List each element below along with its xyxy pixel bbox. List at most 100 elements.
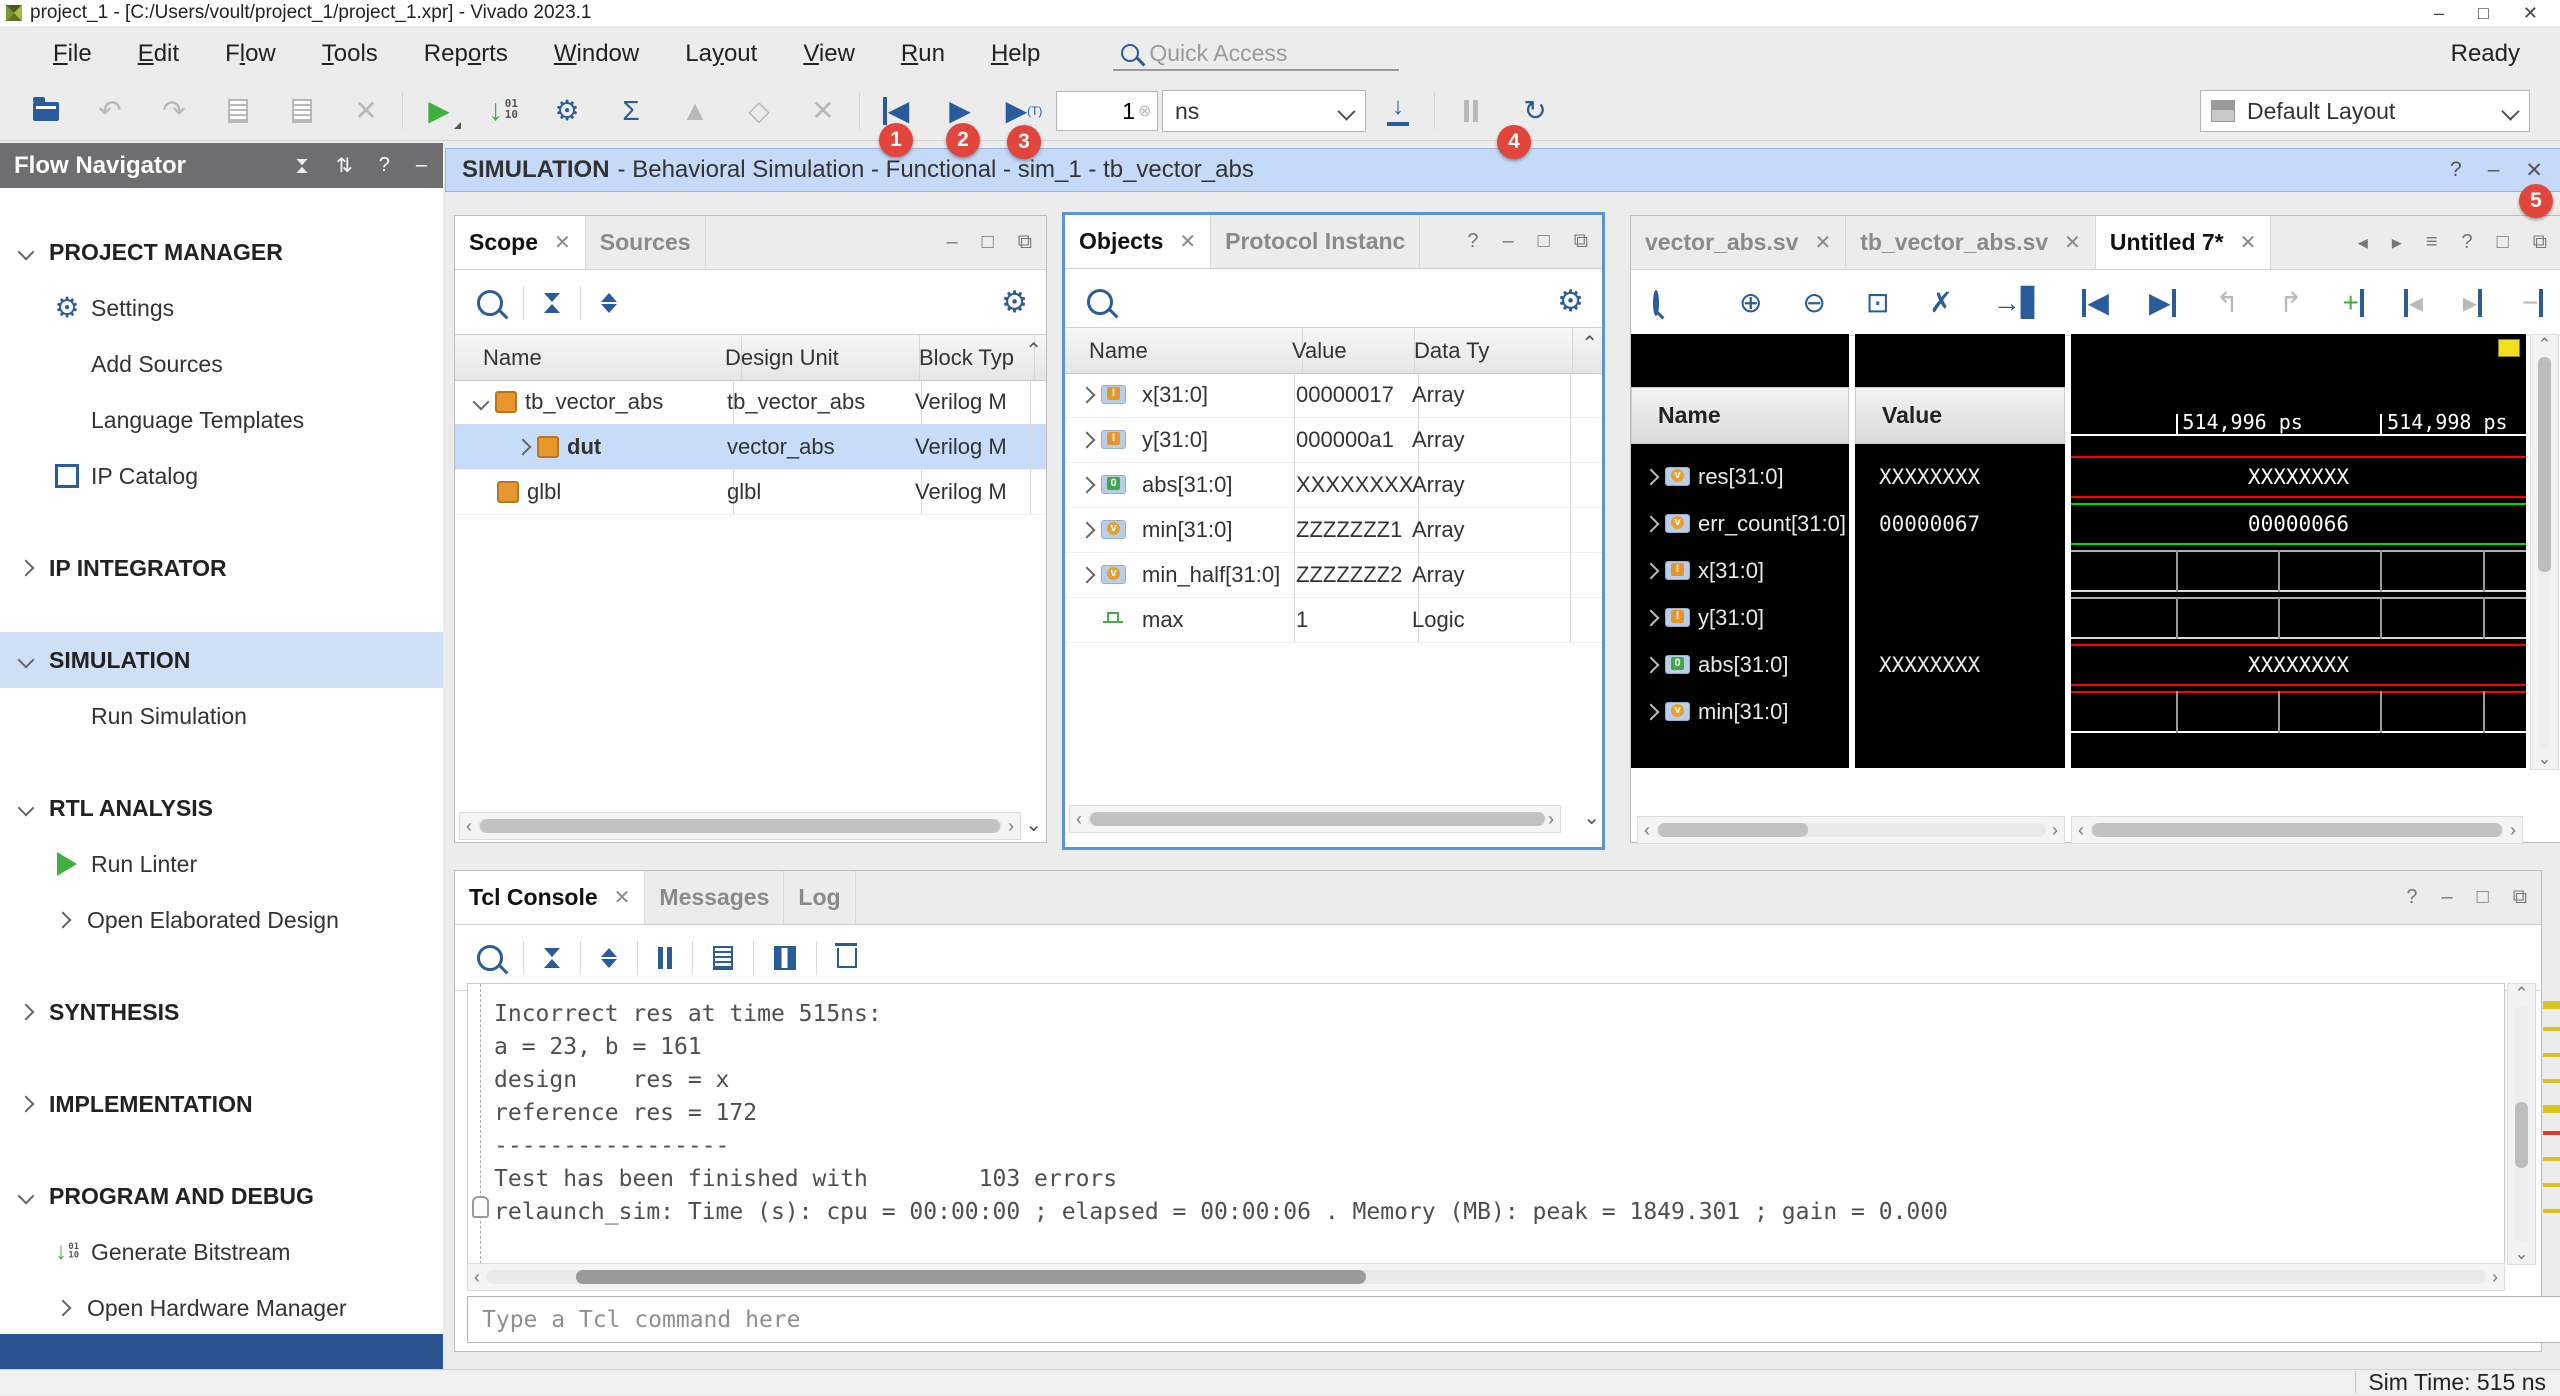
search-icon[interactable] — [477, 945, 503, 971]
toggle-columns-icon[interactable] — [774, 946, 796, 970]
search-icon[interactable] — [477, 290, 503, 316]
chevron-right-icon[interactable] — [1079, 521, 1096, 538]
wave-names-hscrollbar[interactable]: ‹› — [1637, 816, 2065, 844]
chevron-right-icon[interactable] — [1079, 476, 1096, 493]
window-close-icon[interactable]: ✕ — [2523, 3, 2538, 24]
minimize-icon[interactable]: – — [416, 154, 427, 177]
settings-gear-button[interactable]: ⚙ — [535, 89, 599, 133]
scope-row-dut[interactable]: dut vector_abs Verilog M — [455, 424, 1046, 470]
close-icon[interactable]: ✕ — [2064, 230, 2081, 255]
jump-last-icon[interactable]: ▸ — [2463, 289, 2482, 317]
minimize-icon[interactable]: – — [2442, 886, 2453, 909]
pause-button[interactable] — [1439, 89, 1503, 133]
nav-item-ip-catalog[interactable]: IP Catalog — [0, 448, 443, 504]
open-project-button[interactable] — [14, 89, 78, 133]
help-icon[interactable]: ? — [2450, 158, 2462, 183]
marker-yellow[interactable] — [2543, 1027, 2560, 1031]
remove-marker-icon[interactable]: − — [2522, 289, 2543, 317]
wave-signal-name[interactable]: y[31:0] — [1631, 594, 1849, 641]
scope-hscrollbar[interactable]: ‹› — [459, 812, 1021, 840]
column-header[interactable]: Value — [1278, 328, 1415, 373]
validate-button[interactable]: ▲ — [663, 89, 727, 133]
delete-button[interactable]: ✕ — [334, 89, 398, 133]
close-icon[interactable]: ✕ — [614, 885, 631, 910]
nav-section-header-program-and-debug[interactable]: PROGRAM AND DEBUG — [0, 1168, 443, 1224]
minimize-icon[interactable]: – — [947, 231, 958, 254]
link-disabled-button[interactable]: ◇ — [727, 89, 791, 133]
marker-yellow[interactable] — [2543, 1157, 2560, 1161]
goto-time-icon[interactable]: →▋ — [1993, 289, 2043, 317]
maximize-icon[interactable]: □ — [2497, 231, 2509, 254]
copy-button[interactable] — [206, 89, 270, 133]
marker-yellow[interactable] — [2543, 1183, 2560, 1187]
time-unit-select[interactable]: ns — [1162, 90, 1366, 132]
objects-row-min_half[31:0][interactable]: min_half[31:0] ZZZZZZZ2 Array — [1065, 552, 1602, 598]
nav-item-run-linter[interactable]: Run Linter — [0, 836, 443, 892]
nav-section-header-implementation[interactable]: IMPLEMENTATION — [0, 1076, 443, 1132]
float-icon[interactable]: ⧉ — [1574, 230, 1588, 253]
add-marker-icon[interactable]: + — [2342, 289, 2363, 317]
redo-button[interactable]: ↷ — [142, 89, 206, 133]
objects-hscrollbar[interactable]: ‹› — [1069, 805, 1561, 833]
window-minimize-icon[interactable]: – — [2434, 3, 2444, 24]
zoom-in-icon[interactable]: ⊕ — [1739, 289, 1762, 317]
search-icon[interactable] — [1087, 289, 1113, 315]
maximize-icon[interactable]: □ — [982, 231, 994, 254]
objects-row-abs[31:0][interactable]: abs[31:0] XXXXXXXX Array — [1065, 462, 1602, 508]
wave-row-y[31:0][interactable] — [2071, 594, 2526, 641]
float-icon[interactable]: ⧉ — [2533, 231, 2547, 254]
cursor-off-icon[interactable]: ✗ — [1929, 289, 1952, 317]
console-hscrollbar[interactable]: ‹› — [467, 1263, 2505, 1291]
report-sigma-button[interactable]: Σ — [599, 89, 663, 133]
wave-row-min[31:0][interactable] — [2071, 688, 2526, 735]
menu-flow[interactable]: Flow — [202, 34, 299, 74]
settings-gear-icon[interactable]: ⚙ — [1557, 287, 1602, 317]
collapse-all-icon[interactable] — [296, 159, 307, 173]
help-icon[interactable]: ? — [379, 154, 390, 177]
settings-gear-icon[interactable]: ⚙ — [1001, 288, 1046, 318]
wave-row-err_count[31:0][interactable]: 00000066 — [2071, 500, 2526, 547]
minimize-icon[interactable]: – — [1503, 230, 1514, 253]
scroll-up-icon[interactable]: ⌃ — [1025, 338, 1042, 363]
jump-first-icon[interactable]: ◂ — [2404, 289, 2423, 317]
tcl-command-input[interactable] — [467, 1296, 2560, 1343]
menu-edit[interactable]: Edit — [115, 34, 202, 74]
help-icon[interactable]: ? — [2406, 886, 2417, 909]
nav-item-language-templates[interactable]: Language Templates — [0, 392, 443, 448]
prev-transition-icon[interactable]: ◀ — [2082, 289, 2109, 317]
tab-tcl-console[interactable]: Tcl Console✕ — [455, 871, 645, 924]
objects-row-min[31:0][interactable]: min[31:0] ZZZZZZZ1 Array — [1065, 507, 1602, 553]
menu-run[interactable]: Run — [878, 34, 968, 74]
objects-row-x[31:0][interactable]: x[31:0] 00000017 Array — [1065, 372, 1602, 418]
zoom-fit-icon[interactable]: ⊡ — [1866, 289, 1889, 317]
expand-collapse-icon[interactable]: ⇅ — [336, 153, 353, 178]
column-header[interactable]: Name — [455, 335, 742, 380]
nav-section-header-synthesis[interactable]: SYNTHESIS — [0, 984, 443, 1040]
nav-item-add-sources[interactable]: Add Sources — [0, 336, 443, 392]
redo-wave-icon[interactable]: ↱ — [2279, 289, 2302, 317]
close-icon[interactable]: ✕ — [1179, 229, 1196, 254]
wave-plot-area[interactable]: XXXXXXXX00000066XXXXXXXX — [2071, 444, 2526, 768]
minimize-icon[interactable]: – — [2488, 158, 2500, 183]
close-icon[interactable]: ✕ — [554, 230, 571, 255]
expand-all-icon[interactable] — [601, 293, 617, 313]
nav-section-header-simulation[interactable]: SIMULATION — [0, 632, 443, 688]
wave-signal-name[interactable]: x[31:0] — [1631, 547, 1849, 594]
next-transition-icon[interactable]: ▶ — [2149, 289, 2176, 317]
nav-section-header-ip-integrator[interactable]: IP INTEGRATOR — [0, 540, 443, 596]
layout-select[interactable]: Default Layout — [2200, 90, 2530, 132]
chevron-right-icon[interactable] — [1079, 566, 1096, 583]
marker-red[interactable] — [2543, 1131, 2560, 1135]
marker-yellow[interactable] — [2543, 1209, 2560, 1213]
nav-item-run-simulation[interactable]: Run Simulation — [0, 688, 443, 744]
marker-yellow[interactable] — [2543, 1053, 2560, 1057]
scroll-down-icon[interactable]: ⌄ — [1583, 805, 1600, 830]
zoom-out-icon[interactable]: ⊖ — [1802, 289, 1825, 317]
paste-button[interactable] — [270, 89, 334, 133]
prev-tab-icon[interactable]: ◂ — [2358, 230, 2368, 255]
menu-reports[interactable]: Reports — [401, 34, 531, 74]
scope-row-tb_vector_abs[interactable]: tb_vector_abs tb_vector_abs Verilog M — [455, 379, 1046, 425]
tab-scope[interactable]: Scope✕ — [455, 216, 586, 269]
menu-window[interactable]: Window — [531, 34, 662, 74]
help-icon[interactable]: ? — [1467, 230, 1478, 253]
